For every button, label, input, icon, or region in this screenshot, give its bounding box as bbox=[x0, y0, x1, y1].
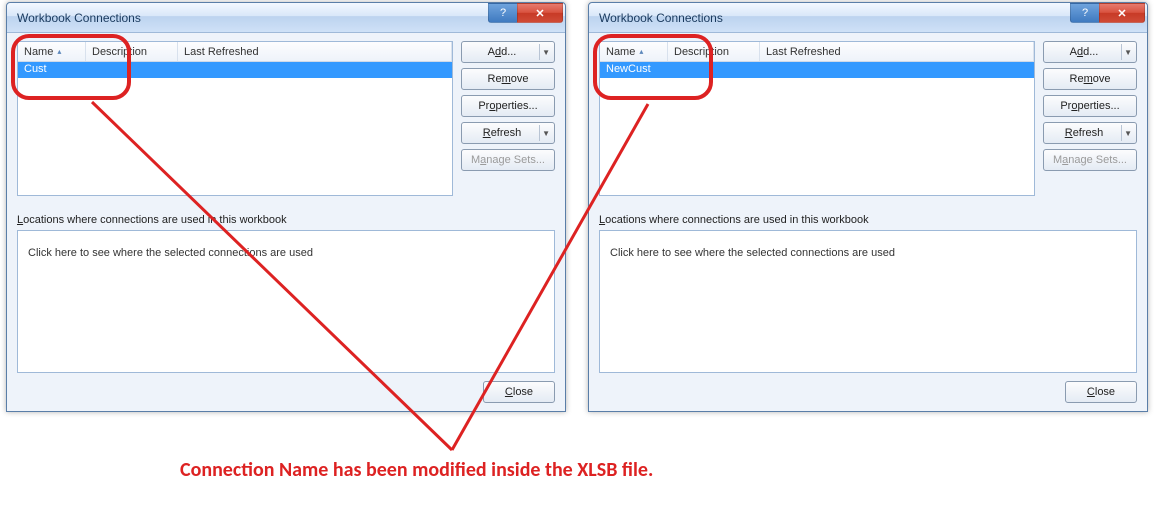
add-button[interactable]: Add...▼ bbox=[1043, 41, 1137, 63]
title-buttons: ? ✕ bbox=[489, 3, 563, 23]
locations-label: Locations where connections are used in … bbox=[17, 214, 555, 226]
remove-button[interactable]: Remove bbox=[461, 68, 555, 90]
locations-box[interactable]: Click here to see where the selected con… bbox=[599, 230, 1137, 373]
column-last-refreshed[interactable]: Last Refreshed bbox=[760, 42, 1034, 61]
properties-button[interactable]: Properties... bbox=[461, 95, 555, 117]
dropdown-caret-icon: ▼ bbox=[542, 48, 550, 57]
list-header: Name▴ Description Last Refreshed bbox=[600, 42, 1034, 62]
locations-hint: Click here to see where the selected con… bbox=[610, 247, 895, 259]
workbook-connections-dialog-left: Workbook Connections ? ✕ Name▴ Descripti… bbox=[6, 2, 566, 412]
side-buttons: Add...▼ Remove Properties... Refresh▼ Ma… bbox=[461, 41, 555, 196]
help-button[interactable]: ? bbox=[1070, 3, 1100, 23]
help-button[interactable]: ? bbox=[488, 3, 518, 23]
list-header: Name▴ Description Last Refreshed bbox=[18, 42, 452, 62]
refresh-button[interactable]: Refresh▼ bbox=[1043, 122, 1137, 144]
dialog-footer: Close bbox=[17, 373, 555, 403]
titlebar[interactable]: Workbook Connections ? ✕ bbox=[589, 3, 1147, 33]
dropdown-caret-icon: ▼ bbox=[542, 129, 550, 138]
column-last-refreshed[interactable]: Last Refreshed bbox=[178, 42, 452, 61]
column-description[interactable]: Description bbox=[86, 42, 178, 61]
dialog-content: Name▴ Description Last Refreshed Cust Ad… bbox=[7, 33, 565, 411]
connections-list[interactable]: Name▴ Description Last Refreshed Cust bbox=[17, 41, 453, 196]
dialog-title: Workbook Connections bbox=[599, 11, 723, 25]
column-name[interactable]: Name▴ bbox=[600, 42, 668, 61]
connection-row[interactable]: NewCust bbox=[600, 62, 1034, 78]
titlebar[interactable]: Workbook Connections ? ✕ bbox=[7, 3, 565, 33]
sort-caret-icon: ▴ bbox=[639, 47, 643, 56]
dialog-title: Workbook Connections bbox=[17, 11, 141, 25]
locations-box[interactable]: Click here to see where the selected con… bbox=[17, 230, 555, 373]
connection-row[interactable]: Cust bbox=[18, 62, 452, 78]
connections-list[interactable]: Name▴ Description Last Refreshed NewCust bbox=[599, 41, 1035, 196]
upper-area: Name▴ Description Last Refreshed Cust Ad… bbox=[17, 41, 555, 196]
dropdown-caret-icon: ▼ bbox=[1124, 129, 1132, 138]
remove-button[interactable]: Remove bbox=[1043, 68, 1137, 90]
locations-hint: Click here to see where the selected con… bbox=[28, 247, 313, 259]
manage-sets-button: Manage Sets... bbox=[1043, 149, 1137, 171]
close-button[interactable]: Close bbox=[1065, 381, 1137, 403]
title-buttons: ? ✕ bbox=[1071, 3, 1145, 23]
annotation-text: Connection Name has been modified inside… bbox=[180, 458, 653, 482]
refresh-button[interactable]: Refresh▼ bbox=[461, 122, 555, 144]
column-description[interactable]: Description bbox=[668, 42, 760, 61]
workbook-connections-dialog-right: Workbook Connections ? ✕ Name▴ Descripti… bbox=[588, 2, 1148, 412]
close-window-button[interactable]: ✕ bbox=[517, 3, 563, 23]
sort-caret-icon: ▴ bbox=[57, 47, 61, 56]
side-buttons: Add...▼ Remove Properties... Refresh▼ Ma… bbox=[1043, 41, 1137, 196]
column-name[interactable]: Name▴ bbox=[18, 42, 86, 61]
dialog-content: Name▴ Description Last Refreshed NewCust… bbox=[589, 33, 1147, 411]
locations-label: Locations where connections are used in … bbox=[599, 214, 1137, 226]
close-window-button[interactable]: ✕ bbox=[1099, 3, 1145, 23]
dialog-footer: Close bbox=[599, 373, 1137, 403]
add-button[interactable]: Add...▼ bbox=[461, 41, 555, 63]
dropdown-caret-icon: ▼ bbox=[1124, 48, 1132, 57]
close-button[interactable]: Close bbox=[483, 381, 555, 403]
upper-area: Name▴ Description Last Refreshed NewCust… bbox=[599, 41, 1137, 196]
manage-sets-button: Manage Sets... bbox=[461, 149, 555, 171]
properties-button[interactable]: Properties... bbox=[1043, 95, 1137, 117]
